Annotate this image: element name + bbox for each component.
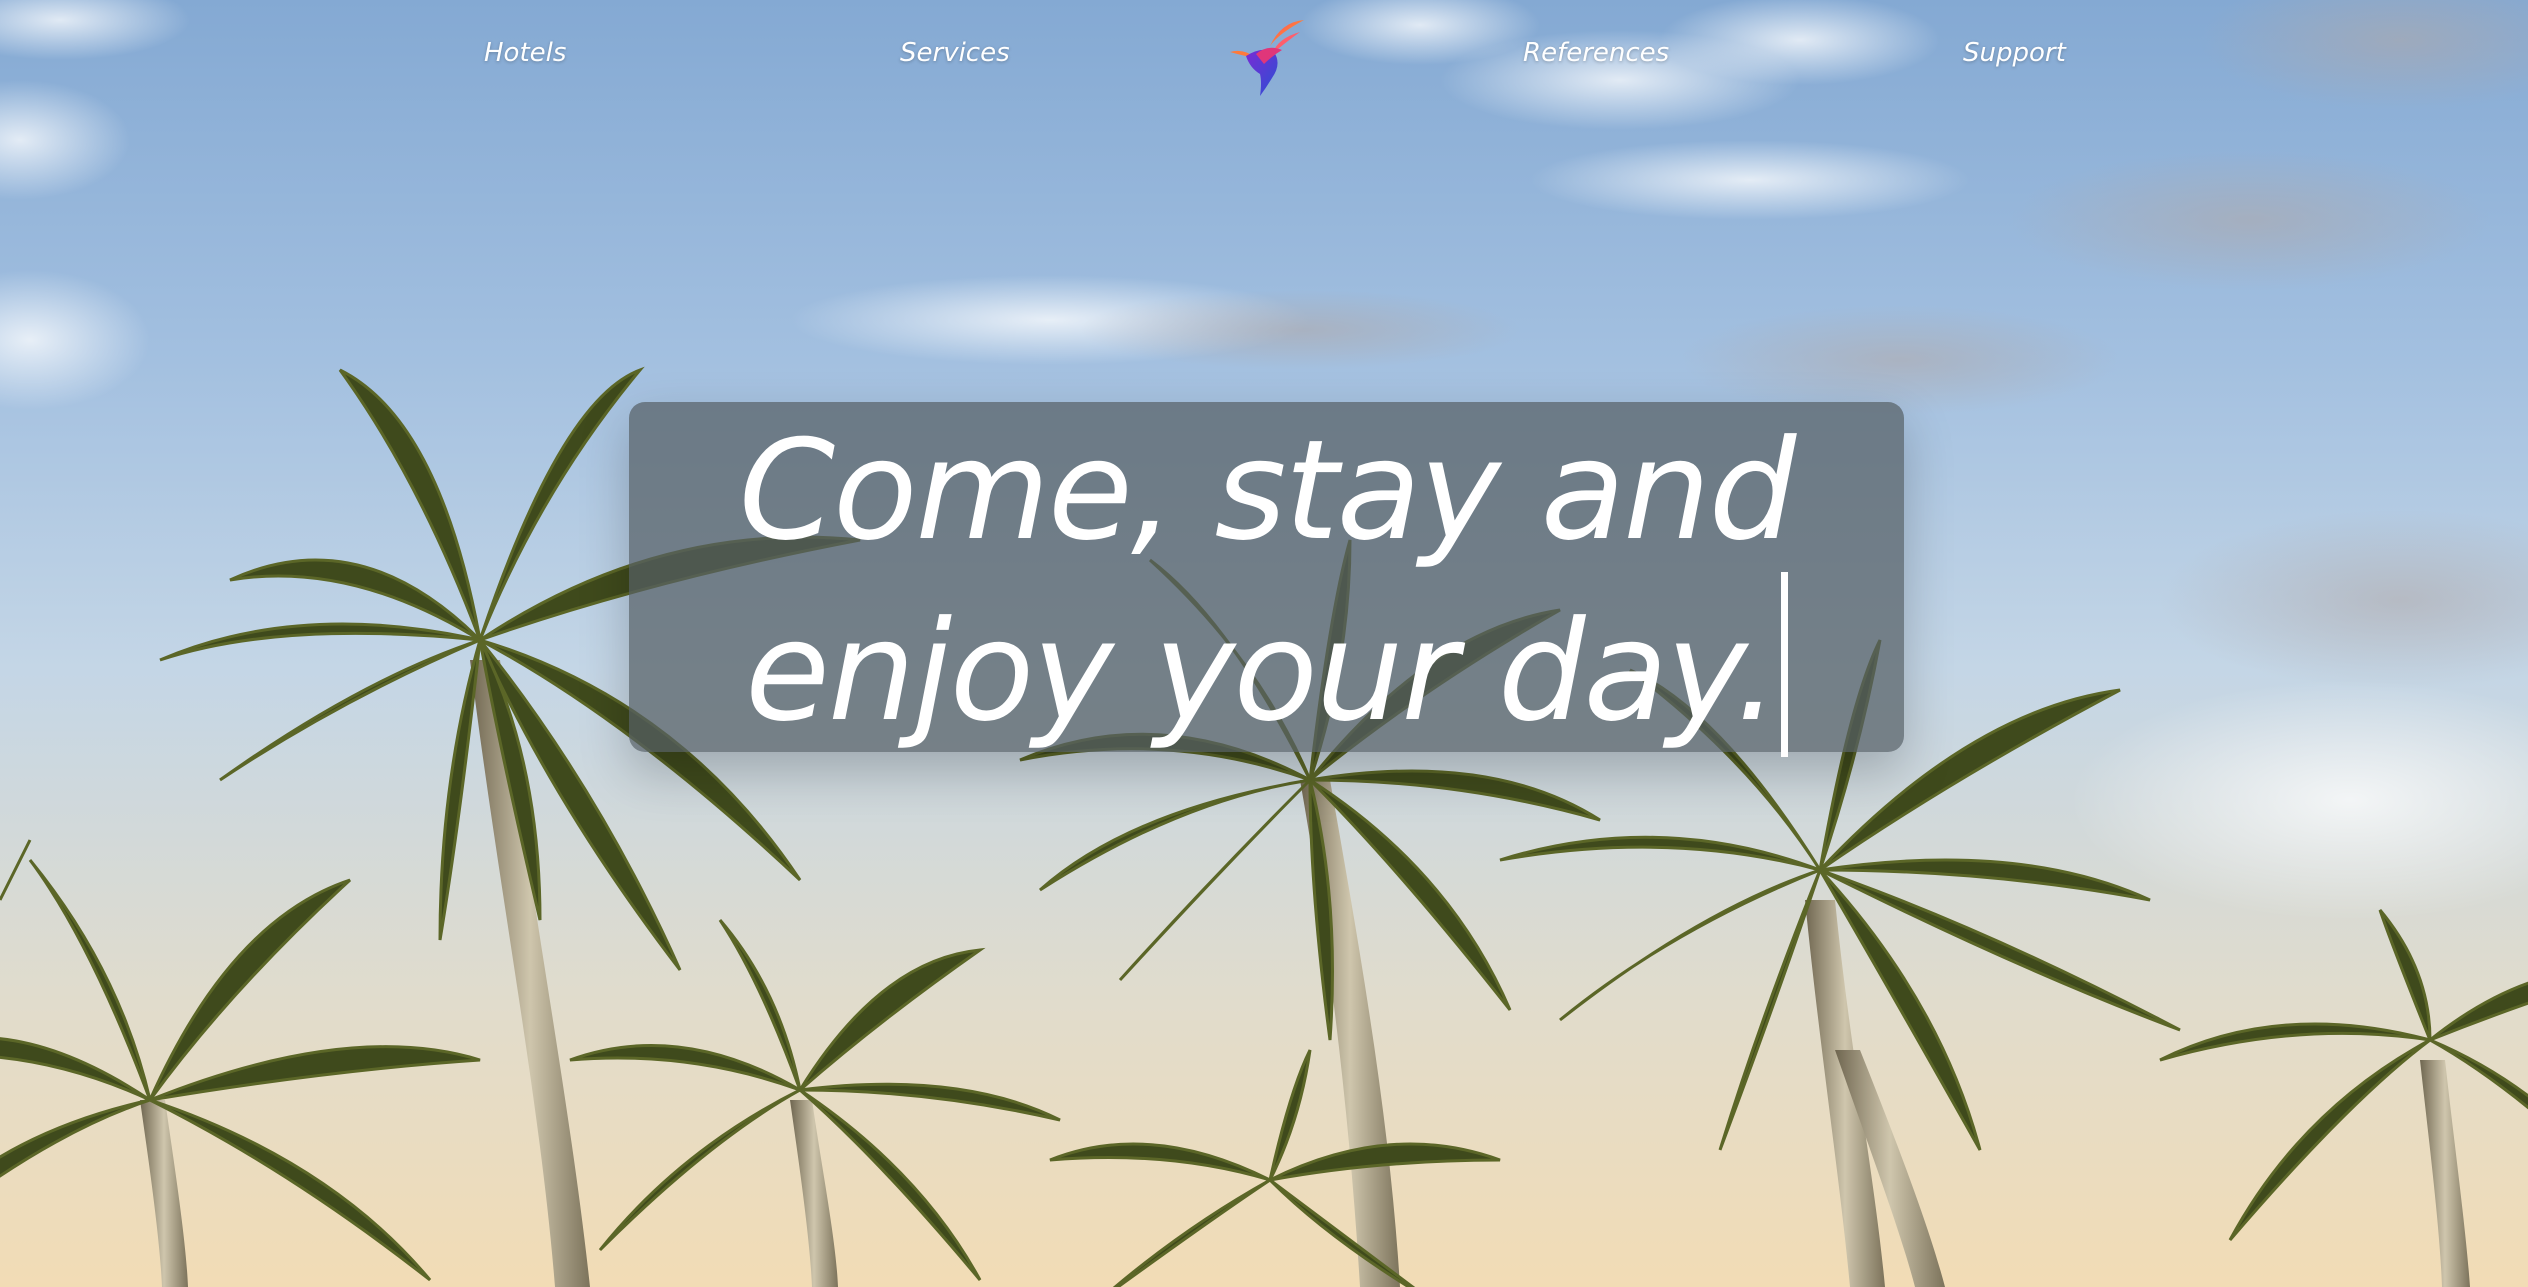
hero-overlay-card: Come, stay and enjoy your day. [629, 402, 1904, 757]
hero-headline: Come, stay and enjoy your day. [629, 402, 1904, 757]
bird-logo-icon[interactable] [1226, 16, 1308, 98]
hero-headline-line-1: Come, stay and [738, 410, 1797, 571]
typing-cursor [1780, 572, 1788, 757]
hero-headline-line-2-wrap: enjoy your day. [629, 572, 1904, 757]
top-navigation: Hotels Services References Support [0, 0, 2528, 115]
hero-headline-line-2: enjoy your day. [745, 591, 1779, 752]
nav-link-services[interactable]: Services [900, 38, 1010, 68]
nav-link-references[interactable]: References [1523, 38, 1669, 68]
nav-link-support[interactable]: Support [1963, 38, 2066, 68]
nav-link-hotels[interactable]: Hotels [484, 38, 566, 68]
